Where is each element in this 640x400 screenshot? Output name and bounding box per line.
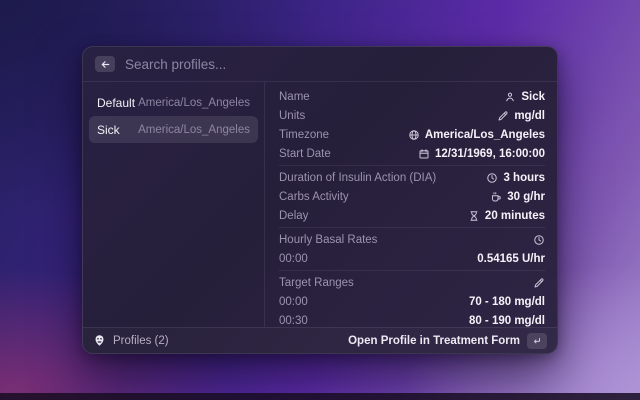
detail-label: Carbs Activity (279, 191, 349, 203)
detail-label: Timezone (279, 129, 329, 141)
profile-name: Default (97, 96, 135, 110)
profile-list: Default America/Los_Angeles Sick America… (83, 82, 265, 327)
globe-icon (408, 129, 420, 141)
detail-row-target-0000: 00:00 70 - 180 mg/dl (279, 292, 545, 311)
profile-details: Name Sick Units mg/dl Timezone (265, 82, 557, 327)
window-body: Default America/Los_Angeles Sick America… (83, 82, 557, 327)
detail-value: 0.54165 U/hr (477, 253, 545, 265)
detail-value-text: 70 - 180 mg/dl (469, 296, 545, 308)
detail-row-dia: Duration of Insulin Action (DIA) 3 hours (279, 168, 545, 187)
hourglass-icon (468, 210, 480, 222)
back-button[interactable] (95, 56, 115, 72)
detail-value: 20 minutes (468, 210, 545, 222)
detail-value-text: 30 g/hr (507, 191, 545, 203)
detail-value-text: 0.54165 U/hr (477, 253, 545, 265)
arrow-left-icon (100, 59, 111, 70)
detail-row-basal-0000: 00:00 0.54165 U/hr (279, 249, 545, 268)
detail-label: Duration of Insulin Action (DIA) (279, 172, 436, 184)
detail-value: 3 hours (486, 172, 545, 184)
detail-value: 30 g/hr (490, 191, 545, 203)
detail-label: 00:00 (279, 296, 308, 308)
section-header-label: Hourly Basal Rates (279, 234, 377, 246)
detail-row-delay: Delay 20 minutes (279, 206, 545, 225)
footer-source: Profiles (2) (93, 334, 169, 347)
desktop-background: Default America/Los_Angeles Sick America… (0, 0, 640, 400)
mug-icon (490, 191, 502, 203)
detail-label: 00:30 (279, 315, 308, 327)
detail-label: 00:00 (279, 253, 308, 265)
clock-icon (486, 172, 498, 184)
footer-action-label: Open Profile in Treatment Form (348, 335, 520, 347)
return-key-icon (527, 333, 547, 349)
detail-value-text: America/Los_Angeles (425, 129, 545, 141)
detail-row-units: Units mg/dl (279, 106, 545, 125)
detail-value: mg/dl (497, 110, 545, 122)
detail-value: America/Los_Angeles (408, 129, 545, 141)
detail-row-start-date: Start Date 12/31/1969, 16:00:00 (279, 144, 545, 163)
detail-row-carbs-activity: Carbs Activity 30 g/hr (279, 187, 545, 206)
list-item-sick[interactable]: Sick America/Los_Angeles (89, 116, 258, 143)
pencil-icon (497, 110, 509, 122)
owl-logo-icon (93, 334, 106, 347)
detail-value: 70 - 180 mg/dl (469, 296, 545, 308)
footer-bar: Profiles (2) Open Profile in Treatment F… (83, 327, 557, 353)
detail-row-target-0030: 00:30 80 - 190 mg/dl (279, 311, 545, 327)
detail-value-text: mg/dl (514, 110, 545, 122)
clock-icon (533, 234, 545, 246)
wallpaper-bottom-strip (0, 393, 640, 400)
section-header-label: Target Ranges (279, 277, 354, 289)
section-divider (279, 165, 545, 166)
list-item-default[interactable]: Default America/Los_Angeles (89, 89, 258, 116)
detail-value-text: 12/31/1969, 16:00:00 (435, 148, 545, 160)
section-divider (279, 270, 545, 271)
detail-label: Name (279, 91, 310, 103)
detail-value: Sick (504, 91, 545, 103)
detail-row-name: Name Sick (279, 87, 545, 106)
search-bar (83, 47, 557, 82)
person-icon (504, 91, 516, 103)
search-input[interactable] (125, 57, 545, 72)
profiles-window: Default America/Los_Angeles Sick America… (82, 46, 558, 354)
footer-source-label: Profiles (2) (113, 335, 169, 347)
detail-row-timezone: Timezone America/Los_Angeles (279, 125, 545, 144)
profile-timezone: America/Los_Angeles (138, 124, 250, 136)
section-divider (279, 227, 545, 228)
detail-value-text: 20 minutes (485, 210, 545, 222)
calendar-icon (418, 148, 430, 160)
profile-timezone: America/Los_Angeles (138, 97, 250, 109)
profile-name: Sick (97, 123, 120, 137)
section-header-basal-rates: Hourly Basal Rates (279, 230, 545, 249)
detail-value-text: Sick (521, 91, 545, 103)
detail-label: Delay (279, 210, 308, 222)
detail-value: 80 - 190 mg/dl (469, 315, 545, 327)
detail-value-text: 3 hours (503, 172, 545, 184)
open-profile-action[interactable]: Open Profile in Treatment Form (348, 333, 547, 349)
detail-value: 12/31/1969, 16:00:00 (418, 148, 545, 160)
detail-label: Units (279, 110, 305, 122)
detail-value-text: 80 - 190 mg/dl (469, 315, 545, 327)
section-header-target-ranges: Target Ranges (279, 273, 545, 292)
detail-label: Start Date (279, 148, 331, 160)
pencil-icon (533, 277, 545, 289)
